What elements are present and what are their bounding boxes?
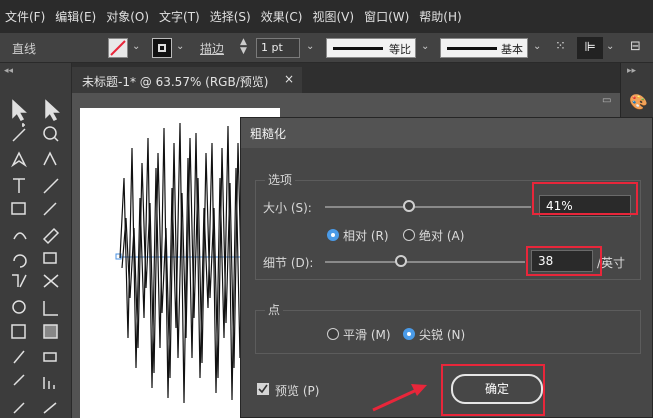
- stroke-swatch[interactable]: [152, 38, 172, 58]
- size-label: 大小 (S):: [263, 201, 312, 215]
- chevron-down-icon[interactable]: ⌄: [132, 41, 140, 52]
- preview-label: 预览 (P): [275, 384, 320, 398]
- absolute-radio[interactable]: [403, 229, 415, 241]
- stepper-icon[interactable]: ▲ ▼: [240, 38, 247, 56]
- menu-edit[interactable]: 编辑(E): [55, 8, 96, 25]
- relative-label: 相对 (R): [343, 229, 389, 243]
- size-highlight-box: [532, 182, 638, 215]
- fill-swatch[interactable]: [108, 38, 128, 58]
- chevron-down-icon[interactable]: ⌄: [306, 41, 314, 52]
- palette-icon[interactable]: 🎨: [629, 93, 648, 111]
- stroke-label[interactable]: 描边: [200, 40, 224, 57]
- menu-bar: 文件(F) 编辑(E) 对象(O) 文字(T) 选择(S) 效果(C) 视图(V…: [0, 0, 653, 33]
- ok-highlight-box: [441, 364, 545, 416]
- chevron-down-icon[interactable]: ⌄: [606, 41, 614, 52]
- absolute-label: 绝对 (A): [419, 229, 465, 243]
- options-label: 选项: [265, 171, 296, 188]
- detail-slider-track[interactable]: [325, 261, 525, 263]
- menu-effect[interactable]: 效果(C): [261, 8, 303, 25]
- menu-view[interactable]: 视图(V): [312, 8, 354, 25]
- document-tab-bar: 未标题-1* @ 63.57% (RGB/预览) ×: [72, 63, 620, 93]
- chevron-down-icon[interactable]: ⌄: [176, 41, 184, 52]
- arrange-icon[interactable]: ⊟: [630, 39, 641, 54]
- corner-label: 尖锐 (N): [419, 328, 466, 342]
- stroke-weight-value: 1 pt: [261, 41, 283, 54]
- align-icon[interactable]: ⊫: [577, 37, 603, 59]
- collapse-icon[interactable]: ▸▸: [627, 66, 636, 76]
- size-slider-track[interactable]: [325, 206, 531, 208]
- detail-label: 细节 (D):: [263, 256, 314, 270]
- stroke-weight-field[interactable]: 1 pt: [256, 38, 300, 58]
- menu-type[interactable]: 文字(T): [159, 8, 200, 25]
- relative-radio[interactable]: [327, 229, 339, 241]
- chevron-down-icon[interactable]: ⌄: [533, 41, 541, 52]
- menu-window[interactable]: 窗口(W): [364, 8, 409, 25]
- smooth-radio[interactable]: [327, 328, 339, 340]
- detail-highlight-box: [526, 246, 602, 276]
- tool-icons: [11, 99, 60, 414]
- dialog-title[interactable]: 粗糙化: [241, 118, 652, 148]
- mode-label: 直线: [12, 42, 37, 56]
- restore-icon[interactable]: ▭: [602, 95, 611, 106]
- profile-uniform-label: 等比: [389, 43, 411, 56]
- grid-icon[interactable]: ⁙: [555, 39, 566, 54]
- chevron-down-icon[interactable]: ⌄: [421, 41, 429, 52]
- document-tab[interactable]: 未标题-1* @ 63.57% (RGB/预览) ×: [72, 67, 302, 93]
- detail-slider-knob[interactable]: [395, 255, 407, 267]
- corner-radio[interactable]: [403, 328, 415, 340]
- menu-help[interactable]: 帮助(H): [419, 8, 461, 25]
- menu-file[interactable]: 文件(F): [5, 8, 45, 25]
- control-bar: 直线 ⌄ ⌄ 描边 ▲ ▼ 1 pt ⌄ 等比 ⌄ 基本 ⌄ ⁙ ⊫ ⌄ ⊟: [0, 33, 653, 63]
- document-tab-title: 未标题-1* @ 63.57% (RGB/预览): [82, 75, 269, 89]
- variable-width-profile[interactable]: 等比: [326, 38, 416, 58]
- tools-panel: ◂◂: [0, 63, 72, 418]
- brush-definition[interactable]: 基本: [440, 38, 528, 58]
- menu-select[interactable]: 选择(S): [210, 8, 251, 25]
- brush-basic-label: 基本: [501, 43, 523, 56]
- preview-checkbox[interactable]: [257, 383, 269, 395]
- points-label: 点: [265, 301, 284, 318]
- arrow-annotation-icon: [372, 384, 427, 412]
- menu-object[interactable]: 对象(O): [106, 8, 149, 25]
- smooth-label: 平滑 (M): [343, 328, 391, 342]
- close-icon[interactable]: ×: [284, 72, 294, 86]
